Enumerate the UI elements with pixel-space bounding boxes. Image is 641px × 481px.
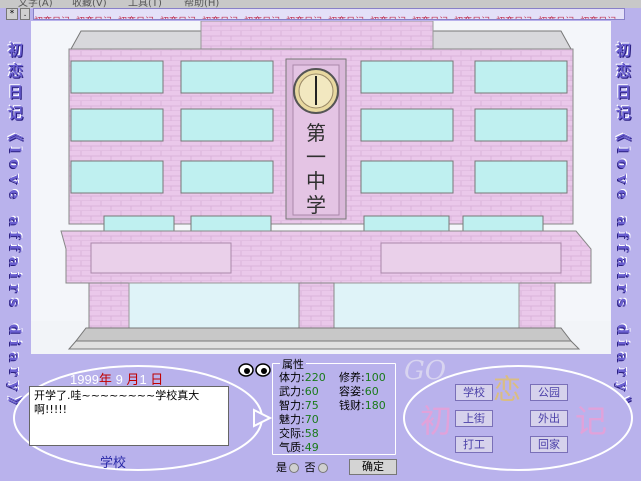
title-strip-text: 初恋日记 [34, 17, 70, 19]
confirm-button[interactable]: 确定 [349, 459, 397, 475]
attributes-legend: 属性 [280, 356, 306, 372]
logo-char-1: 初 [420, 402, 453, 440]
action-work-button[interactable]: 打工 [455, 436, 493, 453]
message-box: 开学了.哇~~~~~~~~学校真大啊!!!!! [29, 386, 229, 446]
date-day: 1 [139, 372, 147, 387]
menu-item-help[interactable]: 帮助(H) [184, 0, 219, 8]
title-strip-text: 初恋日记 [244, 17, 280, 19]
attr-value: 60 [364, 385, 379, 398]
title-strip-text: 初恋日记 [160, 17, 196, 19]
attr-value: 100 [364, 371, 386, 384]
attr-intelligence: 智力:75 [279, 399, 319, 412]
menu-bar: 文字(A) 收藏(V) 工具(T) 帮助(H) [0, 0, 641, 8]
action-go-out-button[interactable]: 外出 [530, 410, 568, 427]
action-park-button[interactable]: 公园 [530, 384, 568, 401]
title-strip-text: 初恋日记 [496, 17, 532, 19]
attr-label: 钱财: [339, 399, 365, 412]
building-char: 学 [306, 193, 326, 217]
date-month-unit: 月 [126, 372, 140, 387]
restore-button[interactable]: . [20, 8, 30, 20]
attr-temperament: 气质:49 [279, 441, 319, 454]
attr-value: 180 [364, 399, 386, 412]
attr-value: 75 [304, 399, 319, 412]
title-strip-text: 初恋日记 [538, 17, 574, 19]
attr-value: 58 [304, 427, 319, 440]
title-strip-text: 初恋日记 [118, 17, 154, 19]
action-home-button[interactable]: 回家 [530, 436, 568, 453]
attr-value: 60 [304, 385, 319, 398]
attr-stamina: 体力:220 [279, 371, 326, 384]
attr-appearance: 容姿:60 [339, 385, 379, 398]
attr-label: 智力: [279, 399, 305, 412]
date-day-unit: 日 [150, 372, 164, 387]
building-char: 第 [306, 121, 326, 145]
logo-char-3: 记 [575, 402, 608, 440]
action-street-button[interactable]: 上街 [455, 410, 493, 427]
attr-label: 魅力: [279, 413, 305, 426]
menu-item-tools[interactable]: 工具(T) [128, 0, 162, 8]
building-name: 第 一 中 学 [301, 121, 331, 217]
attr-value: 220 [304, 371, 326, 384]
title-strip-text: 初恋日记 [328, 17, 364, 19]
title-strip-text: 初恋日记 [202, 17, 238, 19]
attr-charm: 魅力:70 [279, 413, 319, 426]
logo-char-2: 恋 [493, 373, 522, 406]
attr-label: 容姿: [339, 385, 365, 398]
menu-item-favorites[interactable]: 收藏(V) [72, 0, 107, 8]
title-strip-text: 初恋日记 [454, 17, 490, 19]
attr-value: 70 [304, 413, 319, 426]
attr-label: 体力: [279, 371, 305, 384]
date-year-unit: 年 [98, 372, 112, 387]
attr-value: 49 [304, 441, 319, 454]
game-window: 文字(A) 收藏(V) 工具(T) 帮助(H) * . 初恋日记初恋日记初恋日记… [0, 0, 641, 481]
title-strip-text: 初恋日记 [76, 17, 112, 19]
attr-label: 交际: [279, 427, 305, 440]
attr-label: 气质: [279, 441, 305, 454]
yes-label: 是 [276, 461, 287, 474]
date-month: 9 [115, 372, 123, 387]
action-school-button[interactable]: 学校 [455, 384, 493, 401]
title-strip-text: 初恋日记 [412, 17, 448, 19]
current-location: 学校 [100, 456, 127, 471]
logo-go: GO [404, 356, 447, 386]
attr-label: 武力: [279, 385, 305, 398]
scene-view: 第 一 中 学 [31, 21, 611, 354]
attr-cultivation: 修养:100 [339, 371, 386, 384]
title-strip-text: 初恋日记 [286, 17, 322, 19]
menu-item-text[interactable]: 文字(A) [18, 0, 53, 8]
system-menu-button[interactable]: * [6, 8, 18, 20]
no-radio[interactable] [317, 463, 328, 473]
building-char: 中 [306, 169, 326, 193]
title-strip-text: 初恋日记 [580, 17, 616, 19]
attr-money: 钱财:180 [339, 399, 386, 412]
title-strip: 初恋日记 初恋日记 初恋日记 初恋日记 初恋日记 初恋日记 初恋日记 初恋日记 初恋日记 初恋日记… [33, 8, 625, 20]
building-char: 一 [306, 145, 326, 169]
date-year: 1999 [70, 372, 99, 387]
yes-radio[interactable] [289, 463, 299, 473]
eyes-icon [238, 363, 271, 377]
attr-label: 修养: [339, 371, 365, 384]
attr-social: 交际:58 [279, 427, 319, 440]
confirm-row: 是 否 [276, 459, 330, 475]
no-label: 否 [304, 461, 316, 474]
title-strip-text: 初恋日记 [370, 17, 406, 19]
attr-strength: 武力:60 [279, 385, 319, 398]
